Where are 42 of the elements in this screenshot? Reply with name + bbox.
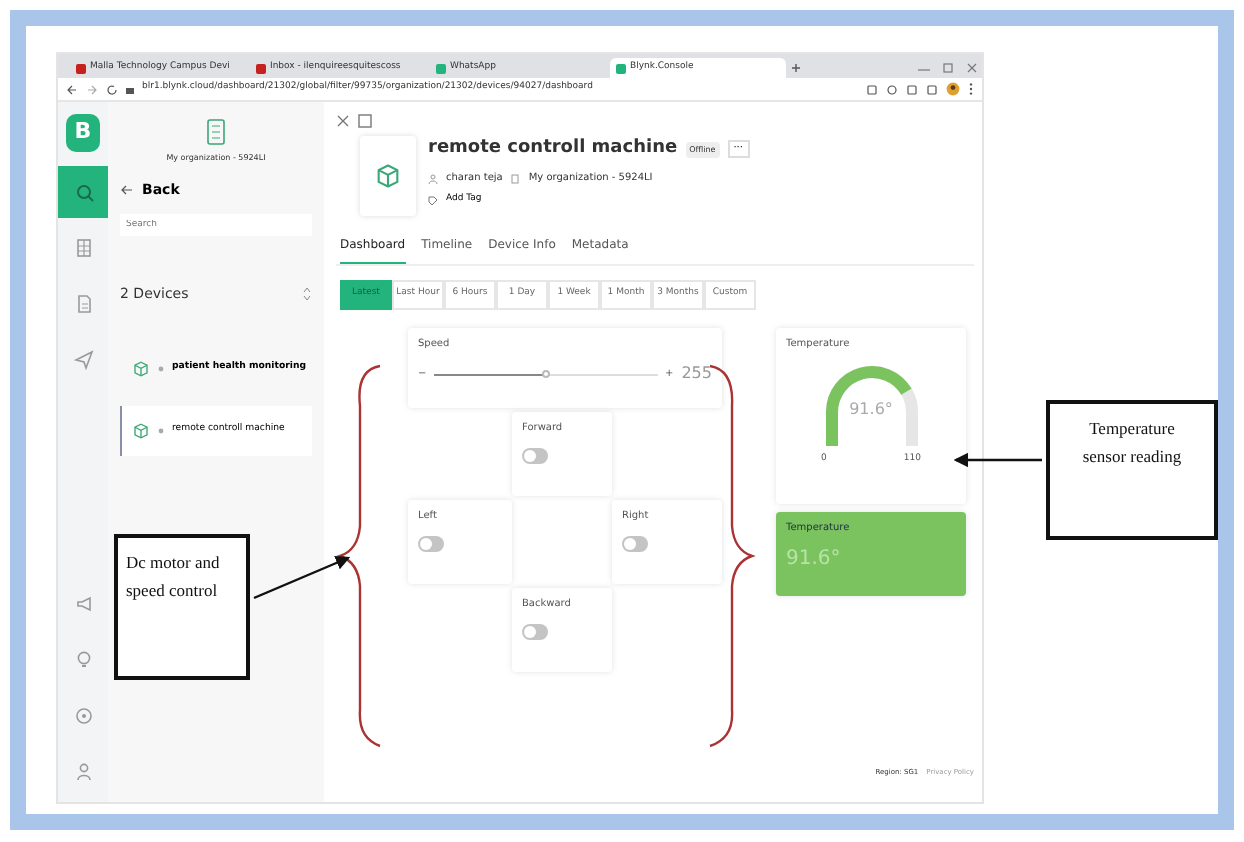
new-tab-icon[interactable] bbox=[790, 58, 802, 78]
status-icon bbox=[158, 428, 164, 434]
profile-avatar[interactable] bbox=[946, 82, 960, 96]
send-icon bbox=[73, 350, 93, 370]
toggle-switch[interactable] bbox=[622, 536, 648, 553]
slider-value: 255 bbox=[681, 362, 712, 387]
annotation-label: Temperature sensor reading bbox=[1046, 400, 1218, 540]
megaphone-icon bbox=[73, 594, 93, 614]
arrow bbox=[253, 556, 351, 600]
sort-icon[interactable] bbox=[302, 285, 312, 302]
toggle-switch[interactable] bbox=[418, 536, 444, 553]
user-icon bbox=[73, 762, 93, 782]
search-icon bbox=[73, 182, 93, 202]
toggle-switch[interactable] bbox=[522, 624, 548, 641]
device-icon bbox=[132, 360, 150, 378]
document-icon bbox=[73, 294, 93, 314]
favicon-icon bbox=[436, 63, 446, 73]
compass-icon bbox=[73, 706, 93, 726]
back-arrow-icon bbox=[120, 184, 134, 197]
annotation-label: Dc motor and speed control bbox=[114, 534, 250, 680]
bulb-icon bbox=[73, 650, 93, 670]
arrow bbox=[953, 452, 1042, 468]
favicon-icon bbox=[616, 63, 626, 73]
reload-icon[interactable] bbox=[106, 83, 118, 95]
toggle-switch[interactable] bbox=[522, 448, 548, 465]
kebab-menu-icon[interactable] bbox=[968, 82, 974, 96]
slider-thumb[interactable] bbox=[541, 370, 550, 378]
user-icon bbox=[428, 173, 438, 184]
forward-icon[interactable] bbox=[86, 83, 98, 95]
favicon-icon bbox=[76, 63, 86, 73]
favicon-icon bbox=[256, 63, 266, 73]
widget-value: 91.6° bbox=[786, 546, 843, 575]
gauge-value: 91.6° bbox=[847, 398, 895, 423]
tag-icon bbox=[428, 195, 438, 206]
device-icon bbox=[374, 162, 402, 190]
expand-icon[interactable] bbox=[358, 114, 372, 128]
table-icon bbox=[73, 238, 93, 258]
status-icon bbox=[158, 366, 164, 372]
back-icon[interactable] bbox=[66, 83, 78, 95]
device-name: remote controll machine bbox=[428, 136, 678, 162]
device-icon bbox=[132, 422, 150, 440]
close-icon[interactable] bbox=[336, 114, 350, 128]
